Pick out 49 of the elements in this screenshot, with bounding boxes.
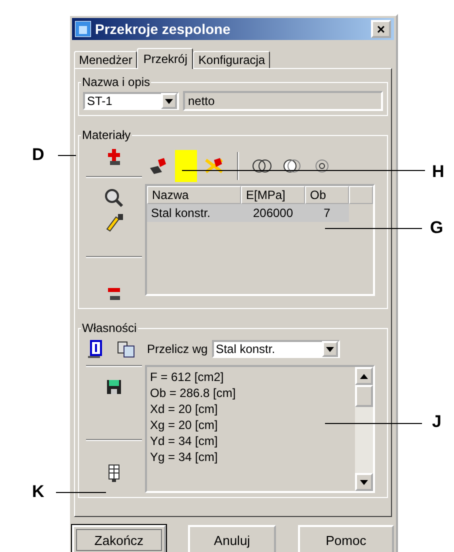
description-field[interactable]: netto xyxy=(183,91,383,111)
properties-list[interactable]: F = 612 [cm2] Ob = 286.8 [cm] Xd = 20 [cm] Xg = 20 [cm] Yd = 34 [cm] Yg = 34 [cm] xyxy=(145,365,375,493)
dialog-button[interactable]: Zakończ xyxy=(72,525,166,552)
leader-line xyxy=(56,492,106,493)
recalc-select[interactable]: Stal konstr. xyxy=(212,340,340,358)
table-cell[interactable]: 7 xyxy=(305,204,349,222)
caret-icon xyxy=(165,98,173,104)
callout-letter: D xyxy=(32,145,44,165)
tab[interactable]: Menedżer xyxy=(74,51,138,68)
recalc-label: Przelicz wg xyxy=(147,342,208,356)
dialog-button[interactable]: Pomoc xyxy=(298,525,394,552)
scroll-down-button[interactable] xyxy=(355,473,373,491)
column-header[interactable]: Nazwa xyxy=(147,186,241,204)
section-select[interactable]: ST-1 xyxy=(83,92,179,110)
window-title: Przekroje zespolone xyxy=(95,21,232,37)
copy-icon xyxy=(116,339,136,359)
table-cell[interactable]: Stal konstr. xyxy=(147,204,241,222)
close-button[interactable]: × xyxy=(371,20,391,38)
callout-letter: J xyxy=(432,412,442,432)
property-line: Xg = 20 [cm] xyxy=(150,417,219,433)
property-line: Xd = 20 [cm] xyxy=(150,401,219,417)
down-arrow-icon xyxy=(360,480,368,484)
property-line: Yg = 34 [cm] xyxy=(150,449,219,465)
property-line: Yd = 34 [cm] xyxy=(150,433,219,449)
callout-letter: G xyxy=(430,218,444,238)
property-line: F = 612 [cm2] xyxy=(150,369,225,385)
caret-icon xyxy=(326,346,334,352)
color-swatch[interactable] xyxy=(175,150,197,182)
dialog-button[interactable]: Anuluj xyxy=(188,525,276,552)
group-label: Własności xyxy=(81,321,138,335)
scroll-thumb[interactable] xyxy=(355,385,373,407)
column-header[interactable]: E[MPa] xyxy=(241,186,305,204)
magnifier-icon xyxy=(104,188,124,208)
brush-cross-icon xyxy=(204,156,224,176)
group-label: Materiały xyxy=(81,128,132,142)
tab[interactable]: Konfiguracja xyxy=(193,51,270,68)
callout-letter: H xyxy=(432,162,444,182)
app-icon xyxy=(75,21,91,37)
tab[interactable]: Przekrój xyxy=(137,48,194,69)
edit-pencil-icon xyxy=(104,212,124,232)
group-label: Nazwa i opis xyxy=(81,75,152,89)
property-line: Ob = 286.8 [cm] xyxy=(150,385,237,401)
up-arrow-icon xyxy=(360,374,368,378)
callout-letter: K xyxy=(32,482,44,502)
paint-brush-icon xyxy=(148,156,168,176)
column-header[interactable]: Ob xyxy=(305,186,349,204)
table-cell[interactable]: 206000 xyxy=(241,204,305,222)
scroll-up-button[interactable] xyxy=(355,367,373,385)
leader-line xyxy=(58,155,76,156)
